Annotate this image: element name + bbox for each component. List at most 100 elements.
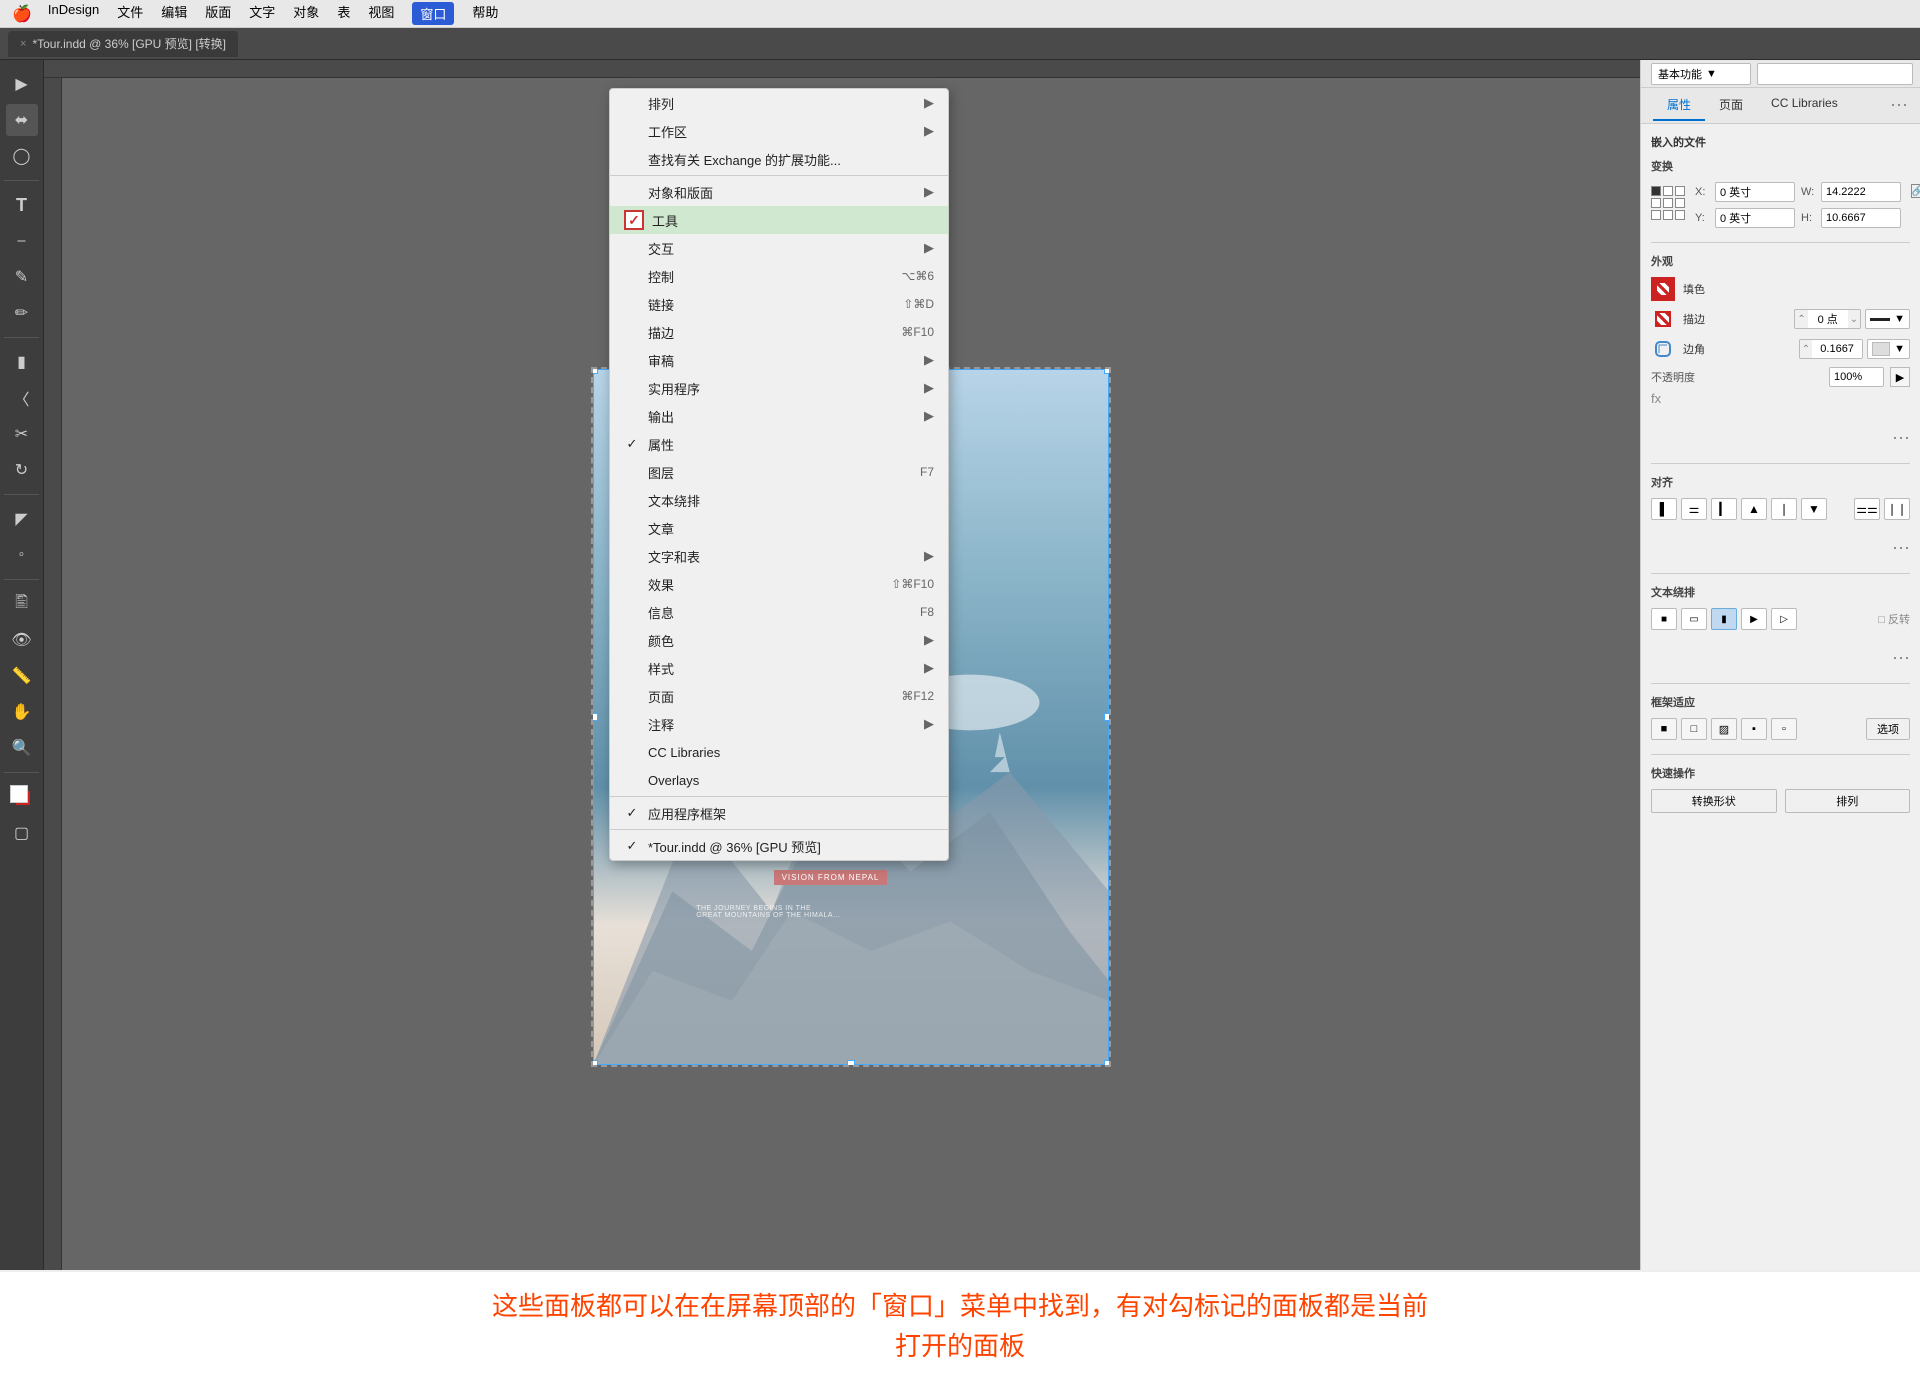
fit-proportional-btn[interactable]: ▨ (1711, 718, 1737, 740)
menu-utilities[interactable]: 实用程序 ▶ (610, 374, 948, 402)
align-left-btn[interactable]: ▌ (1651, 498, 1677, 520)
distribute-h-btn[interactable]: ⚌⚌ (1854, 498, 1880, 520)
ref-dot-ml[interactable] (1651, 198, 1661, 208)
y-input[interactable] (1715, 208, 1795, 228)
wrap-around-btn[interactable]: ▭ (1681, 608, 1707, 630)
ref-dot-mr[interactable] (1675, 198, 1685, 208)
menu-color[interactable]: 颜色 ▶ (610, 626, 948, 654)
wrap-jump-btn[interactable]: ▶ (1741, 608, 1767, 630)
ref-dot-tc[interactable] (1663, 186, 1673, 196)
tab-cc-libraries[interactable]: CC Libraries (1757, 90, 1852, 121)
tab-properties[interactable]: 属性 (1653, 90, 1705, 121)
tool-pen[interactable]: ✎ (6, 261, 38, 293)
tool-note[interactable]: 🖺 (6, 588, 38, 620)
menu-tools[interactable]: ✓ 工具 (610, 206, 948, 234)
menu-textwrap[interactable]: 文本绕排 (610, 486, 948, 514)
convert-shape-btn[interactable]: 转换形状 (1651, 789, 1777, 813)
tool-gradient-feather[interactable]: ◦ (6, 539, 38, 571)
opacity-input[interactable] (1829, 367, 1884, 387)
menu-interact[interactable]: 交互 ▶ (610, 234, 948, 262)
menu-file[interactable]: 文件 (117, 2, 143, 25)
menu-workspace[interactable]: 工作区 ▶ (610, 117, 948, 145)
distribute-v-btn[interactable]: ❘❘ (1884, 498, 1910, 520)
menu-layout[interactable]: 版面 (205, 2, 231, 25)
stroke-width-input[interactable] (1808, 310, 1848, 328)
framefit-options-btn[interactable]: 选项 (1866, 718, 1910, 740)
menu-window[interactable]: 窗口 (412, 2, 454, 25)
tool-direct-select[interactable]: ⬌ (6, 104, 38, 136)
menu-current-doc[interactable]: ✓ *Tour.indd @ 36% [GPU 预览] (610, 832, 948, 860)
tab-pages[interactable]: 页面 (1705, 90, 1757, 121)
w-input[interactable] (1821, 182, 1901, 202)
align-top-btn[interactable]: ▲ (1741, 498, 1767, 520)
textwrap-more-btn[interactable]: ⋯ (1892, 648, 1910, 669)
ref-dot-bc[interactable] (1663, 210, 1673, 220)
menu-control[interactable]: 控制 ⌥⌘6 (610, 262, 948, 290)
tool-page[interactable]: ◯ (6, 140, 38, 172)
wh-lock-btn[interactable]: 🔗 (1911, 184, 1920, 198)
document-tab[interactable]: × *Tour.indd @ 36% [GPU 预览] [转换] (8, 31, 238, 57)
tab-close-btn[interactable]: × (20, 38, 26, 50)
tool-text[interactable]: T (6, 189, 38, 221)
corner-up-arrow[interactable]: ⌃ (1800, 344, 1812, 355)
tool-scissors[interactable]: ✂ (6, 418, 38, 450)
menu-overlays[interactable]: Overlays (610, 766, 948, 794)
menu-review[interactable]: 审稿 ▶ (610, 346, 948, 374)
menu-layers[interactable]: 图层 F7 (610, 458, 948, 486)
align-center-v-btn[interactable]: ❘ (1771, 498, 1797, 520)
panel-more-btn[interactable]: ⋯ (1890, 95, 1908, 116)
menu-info[interactable]: 信息 F8 (610, 598, 948, 626)
stroke-down-arrow[interactable]: ⌄ (1848, 314, 1860, 325)
wrap-object-btn[interactable]: ▮ (1711, 608, 1737, 630)
menu-cclibs[interactable]: CC Libraries (610, 738, 948, 766)
corner-input[interactable] (1812, 340, 1862, 358)
menu-type[interactable]: 文字 (249, 2, 275, 25)
tool-select[interactable]: ▶ (6, 68, 38, 100)
tool-gradient[interactable]: ◤ (6, 503, 38, 535)
menu-output[interactable]: 输出 ▶ (610, 402, 948, 430)
align-right-btn[interactable]: ▎ (1711, 498, 1737, 520)
tool-rectangle[interactable]: 〈 (6, 382, 38, 414)
tool-pencil[interactable]: ✏ (6, 297, 38, 329)
menu-obj-layout[interactable]: 对象和版面 ▶ (610, 178, 948, 206)
ref-dot-tr[interactable] (1675, 186, 1685, 196)
menu-styles[interactable]: 样式 ▶ (610, 654, 948, 682)
menu-appframe[interactable]: ✓ 应用程序框架 (610, 799, 948, 827)
ref-dot-tl[interactable] (1651, 186, 1661, 196)
tool-eyedropper[interactable]: 👁 (6, 624, 38, 656)
menu-notes[interactable]: 注释 ▶ (610, 710, 948, 738)
workspace-dropdown[interactable]: 基本功能 ▼ (1651, 63, 1751, 85)
canvas-area[interactable]: DAYS FROM 5 FROM nowhe VISION FROM NEPAL… (44, 60, 1640, 1356)
wrap-checkbox[interactable]: □ 反转 (1878, 611, 1910, 627)
fit-fill-btn[interactable]: ▪ (1741, 718, 1767, 740)
menu-properties[interactable]: ✓ 属性 (610, 430, 948, 458)
ref-dot-mc[interactable] (1663, 198, 1673, 208)
menu-indesign[interactable]: InDesign (48, 2, 99, 25)
tool-hand[interactable]: ✋ (6, 696, 38, 728)
wrap-next-btn[interactable]: ▷ (1771, 608, 1797, 630)
menu-charmap[interactable]: 文字和表 ▶ (610, 542, 948, 570)
stroke-type-dropdown[interactable]: ▼ (1865, 309, 1910, 329)
menu-exchange[interactable]: 查找有关 Exchange 的扩展功能... (610, 145, 948, 173)
align-more-btn[interactable]: ⋯ (1892, 538, 1910, 559)
menu-object[interactable]: 对象 (293, 2, 319, 25)
fit-content-btn[interactable]: ■ (1651, 718, 1677, 740)
wrap-none-btn[interactable]: ■ (1651, 608, 1677, 630)
menu-links[interactable]: 链接 ⇧⌘D (610, 290, 948, 318)
menu-article[interactable]: 文章 (610, 514, 948, 542)
ref-dot-br[interactable] (1675, 210, 1685, 220)
tool-measure[interactable]: 📏 (6, 660, 38, 692)
tool-fill-stroke[interactable] (6, 781, 38, 813)
corner-type-dropdown[interactable]: ▼ (1867, 339, 1910, 359)
menu-table[interactable]: 表 (337, 2, 350, 25)
opacity-arrow-btn[interactable]: ▶ (1890, 367, 1910, 387)
apple-menu[interactable]: 🍎 (12, 4, 32, 24)
tool-rectangle-frame[interactable]: ▮ (6, 346, 38, 378)
menu-stroke[interactable]: 描边 ⌘F10 (610, 318, 948, 346)
menu-view[interactable]: 视图 (368, 2, 394, 25)
align-bottom-btn[interactable]: ▼ (1801, 498, 1827, 520)
fit-frame-btn[interactable]: □ (1681, 718, 1707, 740)
menu-effects[interactable]: 效果 ⇧⌘F10 (610, 570, 948, 598)
arrange-btn[interactable]: 排列 (1785, 789, 1911, 813)
stroke-up-arrow[interactable]: ⌃ (1795, 314, 1807, 325)
